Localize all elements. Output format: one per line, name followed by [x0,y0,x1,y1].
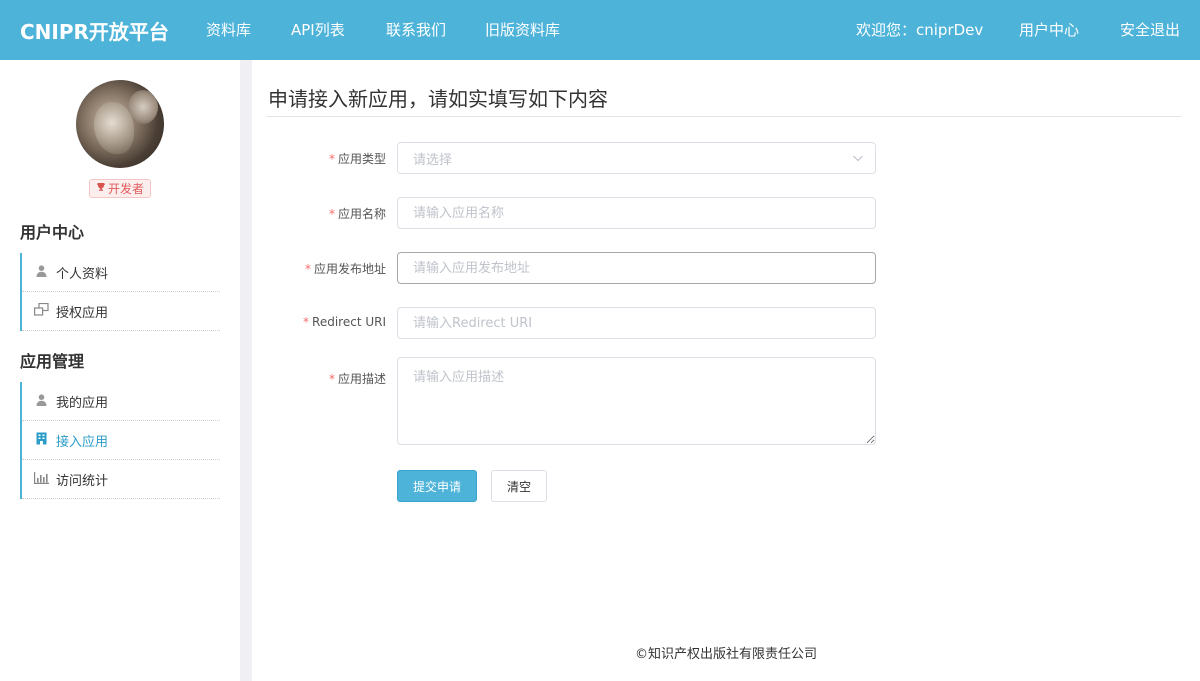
menu-group-user-center: 个人资料 授权应用 [20,253,220,331]
app-name-input[interactable] [397,197,876,229]
app-type-label: * 应用类型 [328,152,386,166]
app-desc-textarea[interactable] [397,357,876,445]
user-icon [34,264,48,280]
required-mark: * [304,262,311,276]
developer-badge: 开发者 [89,179,151,198]
bar-chart-icon [34,471,49,487]
sidebar-item-my-apps[interactable]: 我的应用 [22,382,220,421]
redirect-uri-label: * Redirect URI [303,315,386,329]
top-navbar: CNIPR开放平台 资料库 API列表 联系我们 旧版资料库 欢迎您：cnipr… [0,0,1200,60]
chevron-down-icon [853,155,863,162]
redirect-uri-input[interactable] [397,307,876,339]
select-placeholder: 请选择 [413,152,453,168]
sidebar-item-label: 我的应用 [56,395,109,411]
sidebar-item-label: 授权应用 [56,305,109,321]
avatar[interactable] [76,80,164,168]
required-mark: * [328,372,335,386]
app-type-select[interactable]: 请选择 [397,142,876,174]
nav-api-list[interactable]: API列表 [291,19,345,40]
nav-user-center[interactable]: 用户中心 [1019,19,1079,40]
brand-logo[interactable]: CNIPR开放平台 [20,16,169,45]
page-title: 申请接入新应用，请如实填写如下内容 [268,87,608,111]
section-title-user-center: 用户中心 [20,223,85,242]
windows-icon [34,302,49,319]
nav-contact-us[interactable]: 联系我们 [386,19,446,40]
welcome-text: 欢迎您：cniprDev [856,21,984,39]
sidebar-divider [240,60,252,681]
sidebar-item-authorized-apps[interactable]: 授权应用 [22,292,220,331]
sidebar-item-label: 访问统计 [56,473,109,489]
trophy-icon [96,182,106,195]
logout-link[interactable]: 安全退出 [1120,19,1180,40]
sidebar-item-access-stats[interactable]: 访问统计 [22,460,220,499]
user-icon [34,393,48,409]
badge-label: 开发者 [107,182,144,196]
nav-old-database[interactable]: 旧版资料库 [485,19,560,40]
section-title-app-management: 应用管理 [20,352,85,371]
clear-button[interactable]: 清空 [491,470,547,502]
app-name-label: * 应用名称 [328,207,386,221]
app-url-input[interactable] [397,252,876,284]
title-divider [266,116,1181,117]
sidebar-item-label: 个人资料 [56,266,109,282]
required-mark: * [328,152,335,166]
app-desc-label: * 应用描述 [328,372,386,386]
nav-database[interactable]: 资料库 [206,19,251,40]
footer-copyright: ©知识产权出版社有限责任公司 [634,647,817,662]
building-icon [34,432,48,448]
sidebar-item-connect-app[interactable]: 接入应用 [22,421,220,460]
submit-button[interactable]: 提交申请 [397,470,477,502]
required-mark: * [328,207,335,221]
sidebar-item-profile[interactable]: 个人资料 [22,253,220,292]
required-mark: * [303,315,310,329]
sidebar-item-label: 接入应用 [56,434,109,450]
menu-group-app-management: 我的应用 接入应用 访问统计 [20,382,220,499]
app-url-label: * 应用发布地址 [304,262,386,276]
